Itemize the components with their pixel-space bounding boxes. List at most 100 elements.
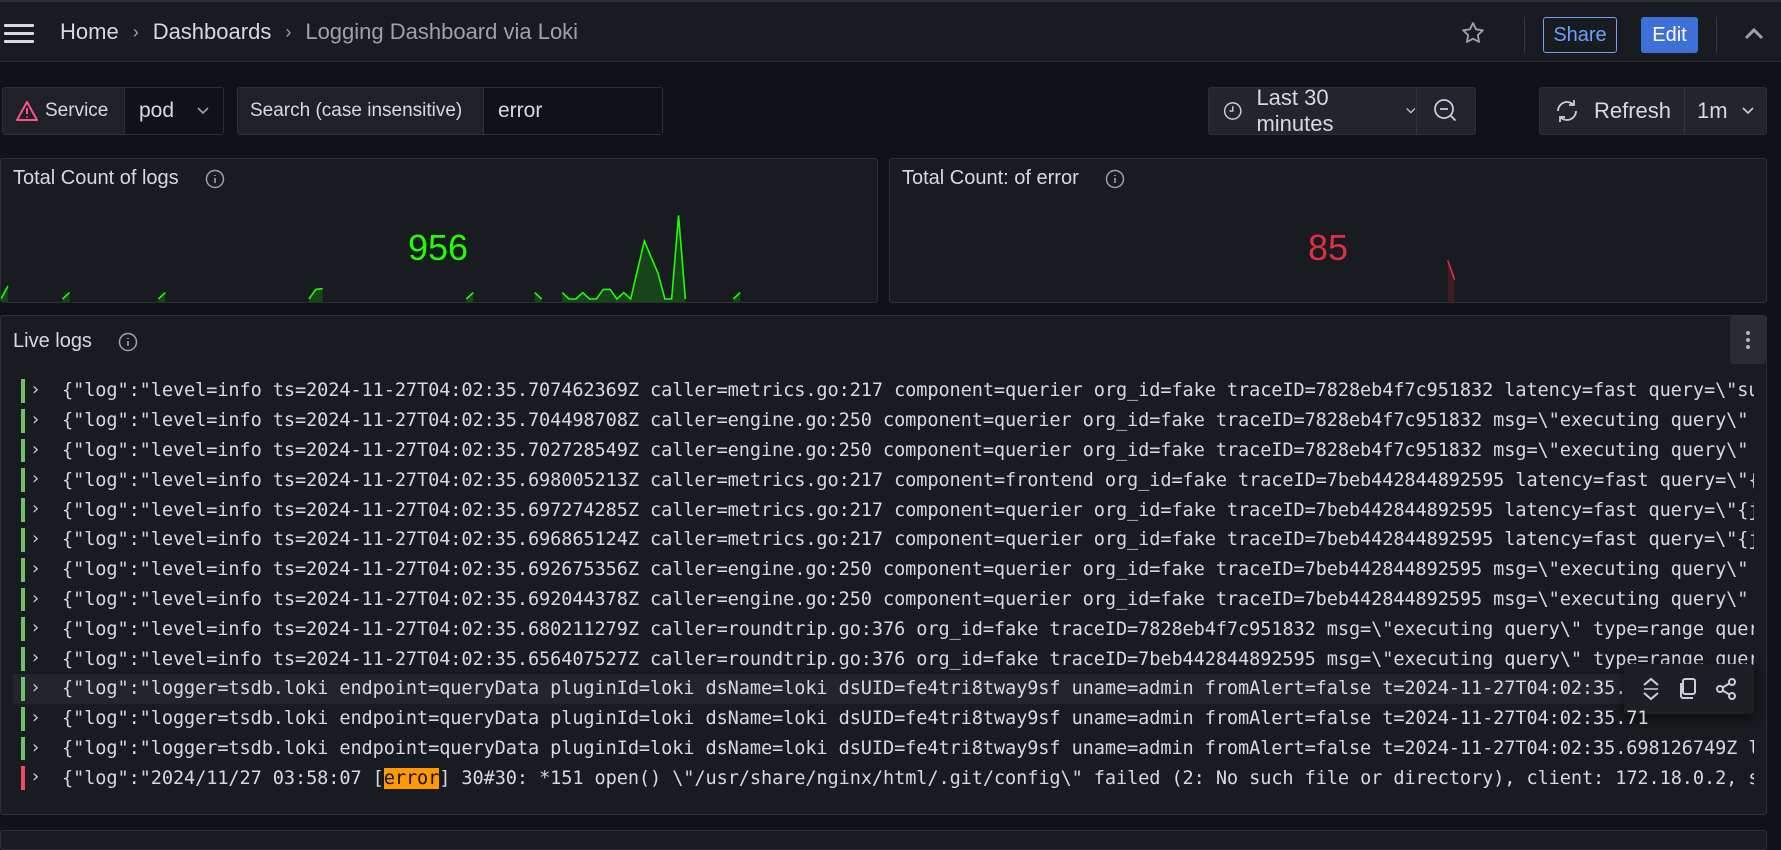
log-row[interactable]: › {"log":"level=info ts=2024-11-27T04:02:… [13, 406, 1754, 436]
log-text-segment: ] 30#30: *151 open() \"/usr/share/nginx/… [439, 767, 1754, 789]
info-icon[interactable] [205, 169, 225, 189]
search-input[interactable]: error [484, 88, 662, 134]
chevron-right-icon: › [285, 21, 292, 42]
log-level-indicator [21, 438, 25, 463]
share-link-icon[interactable] [1714, 677, 1738, 701]
log-line-text: {"log":"level=info ts=2024-11-27T04:02:3… [62, 588, 1754, 610]
expand-chevron-icon[interactable]: › [30, 737, 41, 758]
log-level-indicator [21, 617, 25, 642]
log-level-indicator [21, 587, 25, 612]
panel-menu-button[interactable] [1730, 316, 1766, 364]
service-label-text: Service [45, 100, 109, 121]
breadcrumb-dashboards[interactable]: Dashboards [153, 19, 272, 45]
expand-chevron-icon[interactable]: › [30, 588, 41, 609]
log-row[interactable]: › {"log":"logger=tsdb.loki endpoint=query… [13, 663, 1754, 714]
search-variable-label: Search (case insensitive) [238, 88, 484, 134]
expand-chevron-icon[interactable]: › [30, 558, 41, 579]
time-range-picker: Last 30 minutes [1208, 85, 1476, 136]
refresh-interval-value: 1m [1697, 98, 1728, 123]
log-row[interactable]: › {"log":"level=info ts=2024-11-27T04:02:… [13, 525, 1754, 555]
expand-chevron-icon[interactable]: › [30, 379, 41, 400]
expand-chevron-icon[interactable]: › [30, 498, 41, 519]
refresh-button[interactable]: Refresh [1540, 88, 1684, 134]
log-row[interactable]: › {"log":"level=info ts=2024-11-27T04:02:… [13, 614, 1754, 644]
log-row[interactable]: › {"log":"2024/11/27 03:58:07 [error] 30#… [13, 763, 1754, 793]
log-row[interactable]: › {"log":"level=info ts=2024-11-27T04:02:… [13, 585, 1754, 615]
expand-chevron-icon[interactable]: › [30, 468, 41, 489]
sparkline-chart [1446, 260, 1456, 302]
clock-icon [1223, 102, 1242, 120]
search-variable: Search (case insensitive) error [237, 87, 663, 135]
panel-total-count-error: Total Count: of error 85 [889, 158, 1767, 303]
share-button[interactable]: Share [1543, 17, 1617, 53]
chevron-right-icon: › [132, 21, 139, 42]
zoom-out-button[interactable] [1416, 88, 1475, 134]
log-line-text: {"log":"level=info ts=2024-11-27T04:02:3… [62, 529, 1754, 551]
expand-chevron-icon[interactable]: › [30, 528, 41, 549]
log-row[interactable]: › {"log":"level=info ts=2024-11-27T04:02:… [13, 555, 1754, 585]
time-range-button[interactable]: Last 30 minutes [1209, 85, 1416, 136]
edit-button[interactable]: Edit [1641, 17, 1698, 53]
log-line-text: {"log":"logger=tsdb.loki endpoint=queryD… [62, 678, 1649, 700]
log-row[interactable]: › {"log":"logger=tsdb.loki endpoint=query… [13, 704, 1754, 734]
chevron-up-icon[interactable] [1742, 24, 1766, 42]
panel-title-text: Total Count of logs [13, 167, 179, 189]
service-select[interactable]: pod [125, 88, 223, 134]
log-row[interactable]: › {"log":"level=info ts=2024-11-27T04:02:… [13, 495, 1754, 525]
log-level-indicator [21, 408, 25, 433]
service-select-value: pod [139, 99, 175, 122]
service-variable-label: Service [3, 88, 125, 134]
log-line-text: {"log":"2024/11/27 03:58:07 [error] 30#3… [62, 767, 1754, 789]
sparkline-line [561, 215, 687, 301]
divider [1716, 17, 1717, 53]
log-list: › {"log":"level=info ts=2024-11-27T04:02:… [13, 376, 1754, 793]
log-line-text: {"log":"level=info ts=2024-11-27T04:02:3… [62, 439, 1754, 461]
info-icon[interactable] [1105, 169, 1125, 189]
panel-title: Total Count of logs [13, 167, 225, 190]
copy-icon[interactable] [1677, 677, 1699, 701]
menu-icon[interactable] [4, 24, 34, 44]
top-navbar: Home › Dashboards › Logging Dashboard vi… [0, 0, 1781, 62]
expand-chevron-icon[interactable]: › [30, 766, 41, 787]
log-row[interactable]: › {"log":"level=info ts=2024-11-27T04:02:… [13, 465, 1754, 495]
expand-chevron-icon[interactable]: › [30, 707, 41, 728]
log-line-text: {"log":"level=info ts=2024-11-27T04:02:3… [62, 499, 1754, 521]
breadcrumb-home[interactable]: Home [60, 19, 119, 45]
log-level-indicator [21, 736, 25, 761]
info-icon[interactable] [118, 332, 138, 352]
panel-title-text: Live logs [13, 330, 92, 352]
variables-toolbar: Service pod Search (case insensitive) er… [0, 62, 1781, 158]
star-icon[interactable] [1460, 20, 1486, 46]
refresh-label: Refresh [1594, 98, 1672, 123]
expand-chevron-icon[interactable]: › [30, 409, 41, 430]
log-level-indicator [21, 676, 25, 701]
expand-chevron-icon[interactable]: › [30, 647, 41, 668]
chevron-down-icon [1741, 107, 1754, 115]
time-range-label: Last 30 minutes [1256, 85, 1334, 136]
page-scroll-gutter [1768, 158, 1781, 838]
chevron-down-icon [197, 107, 209, 115]
log-row[interactable]: › {"log":"logger=tsdb.loki endpoint=query… [13, 734, 1754, 764]
log-text-segment: {"log":"2024/11/27 03:58:07 [ [62, 767, 384, 789]
log-row[interactable]: › {"log":"level=info ts=2024-11-27T04:02:… [13, 644, 1754, 674]
expand-chevron-icon[interactable]: › [30, 677, 41, 698]
log-level-indicator [21, 557, 25, 582]
refresh-interval-select[interactable]: 1m [1684, 88, 1766, 134]
service-variable: Service pod [2, 87, 224, 135]
log-line-text: {"log":"level=info ts=2024-11-27T04:02:3… [62, 410, 1754, 432]
panel-title-text: Total Count: of error [902, 167, 1079, 189]
breadcrumb: Home › Dashboards › Logging Dashboard vi… [60, 19, 578, 45]
zoom-out-icon [1434, 99, 1457, 122]
sparkline-chart [1, 215, 741, 302]
expand-collapse-icon[interactable] [1640, 676, 1662, 702]
breadcrumb-current-dashboard: Logging Dashboard via Loki [305, 19, 579, 44]
expand-chevron-icon[interactable]: › [30, 439, 41, 460]
search-highlight: error [383, 767, 440, 789]
panel-total-count-logs: Total Count of logs 956 [0, 158, 878, 303]
log-level-indicator [21, 527, 25, 552]
panel-live-logs: Live logs › {"log":"level=info ts=2024-11… [0, 315, 1767, 815]
log-line-text: {"log":"level=info ts=2024-11-27T04:02:3… [62, 380, 1754, 402]
log-row[interactable]: › {"log":"level=info ts=2024-11-27T04:02:… [13, 376, 1754, 406]
log-row[interactable]: › {"log":"level=info ts=2024-11-27T04:02:… [13, 436, 1754, 466]
expand-chevron-icon[interactable]: › [30, 617, 41, 638]
